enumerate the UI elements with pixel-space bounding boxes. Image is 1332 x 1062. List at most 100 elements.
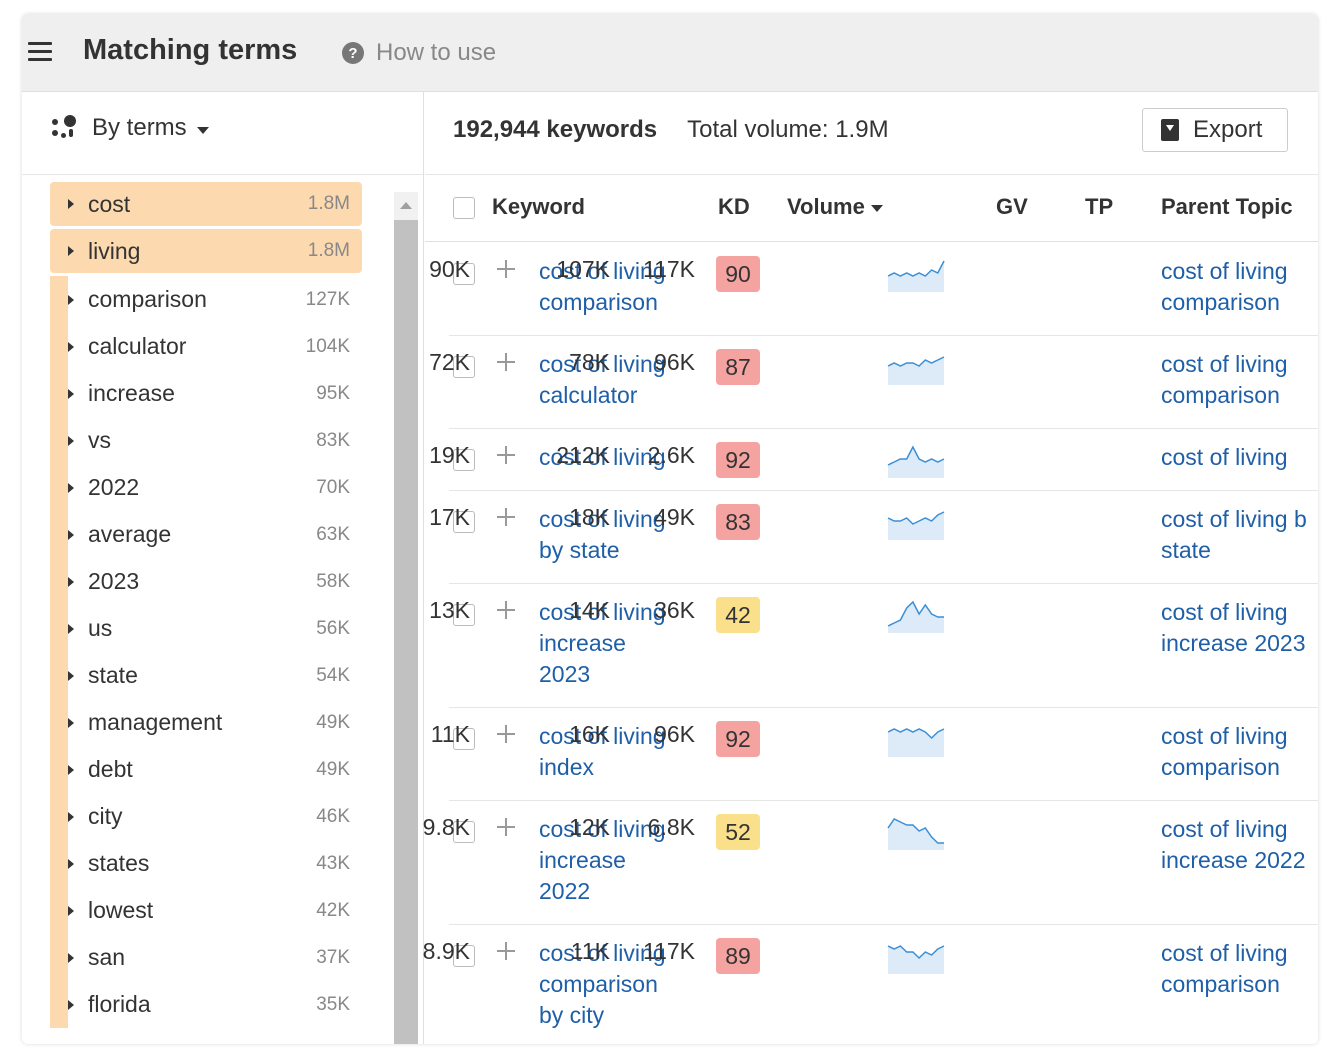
trend-sparkline[interactable] [887,442,945,478]
term-item[interactable]: management 49K [50,699,362,746]
term-item[interactable]: debt 49K [50,746,362,793]
page-title: Matching terms [83,34,298,66]
menu-icon[interactable] [28,42,52,62]
how-to-use-label: How to use [376,39,497,66]
total-volume: Total volume: 1.9M [687,116,889,143]
term-count: 49K [316,711,350,733]
add-to-list-icon[interactable] [495,814,517,836]
add-to-list-icon[interactable] [495,504,517,526]
chevron-down-icon [196,126,209,134]
add-to-list-icon[interactable] [495,349,517,371]
parent-topic-line: comparison [1161,971,1280,997]
term-item[interactable]: living 1.8M [50,229,362,273]
trend-sparkline[interactable] [887,938,945,974]
caret-right-icon [68,294,74,305]
term-label: florida [88,991,151,1017]
term-item[interactable]: cost 1.8M [50,182,362,226]
gv-value: 107K [556,256,610,282]
term-item[interactable]: us 56K [50,605,362,652]
tp-value: 96K [654,349,695,375]
column-volume[interactable]: Volume [787,194,883,220]
term-count: 54K [316,664,350,686]
parent-topic-line: cost of living [1161,816,1288,842]
term-item[interactable]: vs 83K [50,417,362,464]
term-item[interactable]: state 54K [50,652,362,699]
kd-badge: 89 [716,938,760,974]
term-item[interactable]: lowest 42K [50,887,362,934]
cluster-icon [52,115,78,141]
table-header: Keyword KD Volume GV TP Parent Topic [425,175,1318,242]
trend-sparkline[interactable] [887,504,945,540]
export-button[interactable]: Export [1142,108,1288,152]
how-to-use-link[interactable]: ? How to use [342,39,496,67]
column-keyword[interactable]: Keyword [492,194,585,220]
parent-topic-line: comparison [1161,382,1280,408]
parent-topic-link[interactable]: cost of living comparison [1161,256,1318,318]
term-item[interactable]: states 43K [50,840,362,887]
term-label: 2023 [88,568,140,594]
term-item[interactable]: florida 35K [50,981,362,1028]
keyword-line: comparison [539,971,658,997]
trend-sparkline[interactable] [887,814,945,850]
parent-topic-link[interactable]: cost of living comparison [1161,349,1318,411]
term-item[interactable]: city 46K [50,793,362,840]
term-label: comparison [88,286,207,312]
term-item[interactable]: comparison 127K [50,276,362,323]
volume-value: 9.8K [422,814,470,840]
scroll-thumb[interactable] [394,220,418,1044]
by-terms-dropdown[interactable]: By terms [52,114,209,142]
term-label: us [88,615,113,641]
parent-topic-link[interactable]: cost of living [1161,442,1318,473]
add-to-list-icon[interactable] [495,256,517,278]
parent-topic-link[interactable]: cost of living comparison [1161,721,1318,783]
help-icon: ? [342,42,364,64]
caret-right-icon [68,482,74,493]
term-label: calculator [88,333,187,359]
caret-right-icon [68,529,74,540]
tp-value: 2.6K [647,442,695,468]
term-count: 63K [316,523,350,545]
parent-topic-link[interactable]: cost of living increase 2022 [1161,814,1318,876]
add-to-list-icon[interactable] [495,442,517,464]
scrollbar[interactable] [394,192,418,1044]
caret-right-icon [68,670,74,681]
terms-list: cost 1.8M living 1.8M comparison 127K calculat… [50,182,362,1028]
trend-sparkline[interactable] [887,256,945,292]
parent-topic-line: cost of living [1161,258,1288,284]
term-label: debt [88,756,133,782]
tp-value: 6.8K [647,814,695,840]
kd-badge: 42 [716,597,760,633]
volume-value: 13K [429,597,470,623]
term-item[interactable]: 2022 70K [50,464,362,511]
column-parent-topic[interactable]: Parent Topic [1161,194,1293,220]
term-item[interactable]: san 37K [50,934,362,981]
parent-topic-link[interactable]: cost of living b state [1161,504,1318,566]
parent-topic-link[interactable]: cost of living comparison [1161,938,1318,1000]
add-to-list-icon[interactable] [495,938,517,960]
kd-badge: 83 [716,504,760,540]
parent-topic-link[interactable]: cost of living increase 2023 [1161,597,1318,659]
keyword-line: increase [539,630,626,656]
trend-sparkline[interactable] [887,349,945,385]
keyword-line: index [539,754,594,780]
term-item[interactable]: increase 95K [50,370,362,417]
term-item[interactable]: average 63K [50,511,362,558]
column-tp[interactable]: TP [1085,194,1113,220]
tp-value: 49K [654,504,695,530]
term-item[interactable]: calculator 104K [50,323,362,370]
term-label: average [88,521,172,547]
parent-topic-line: state [1161,537,1211,563]
trend-sparkline[interactable] [887,721,945,757]
caret-right-icon [68,435,74,446]
gv-value: 16K [569,721,610,747]
volume-value: 17K [429,504,470,530]
scroll-up-icon[interactable] [400,202,412,209]
column-kd[interactable]: KD [718,194,750,220]
column-gv[interactable]: GV [996,194,1028,220]
add-to-list-icon[interactable] [495,721,517,743]
trend-sparkline[interactable] [887,597,945,633]
select-all-checkbox[interactable] [453,197,475,219]
term-item[interactable]: 2023 58K [50,558,362,605]
add-to-list-icon[interactable] [495,597,517,619]
parent-topic-line: increase 2022 [1161,847,1306,873]
